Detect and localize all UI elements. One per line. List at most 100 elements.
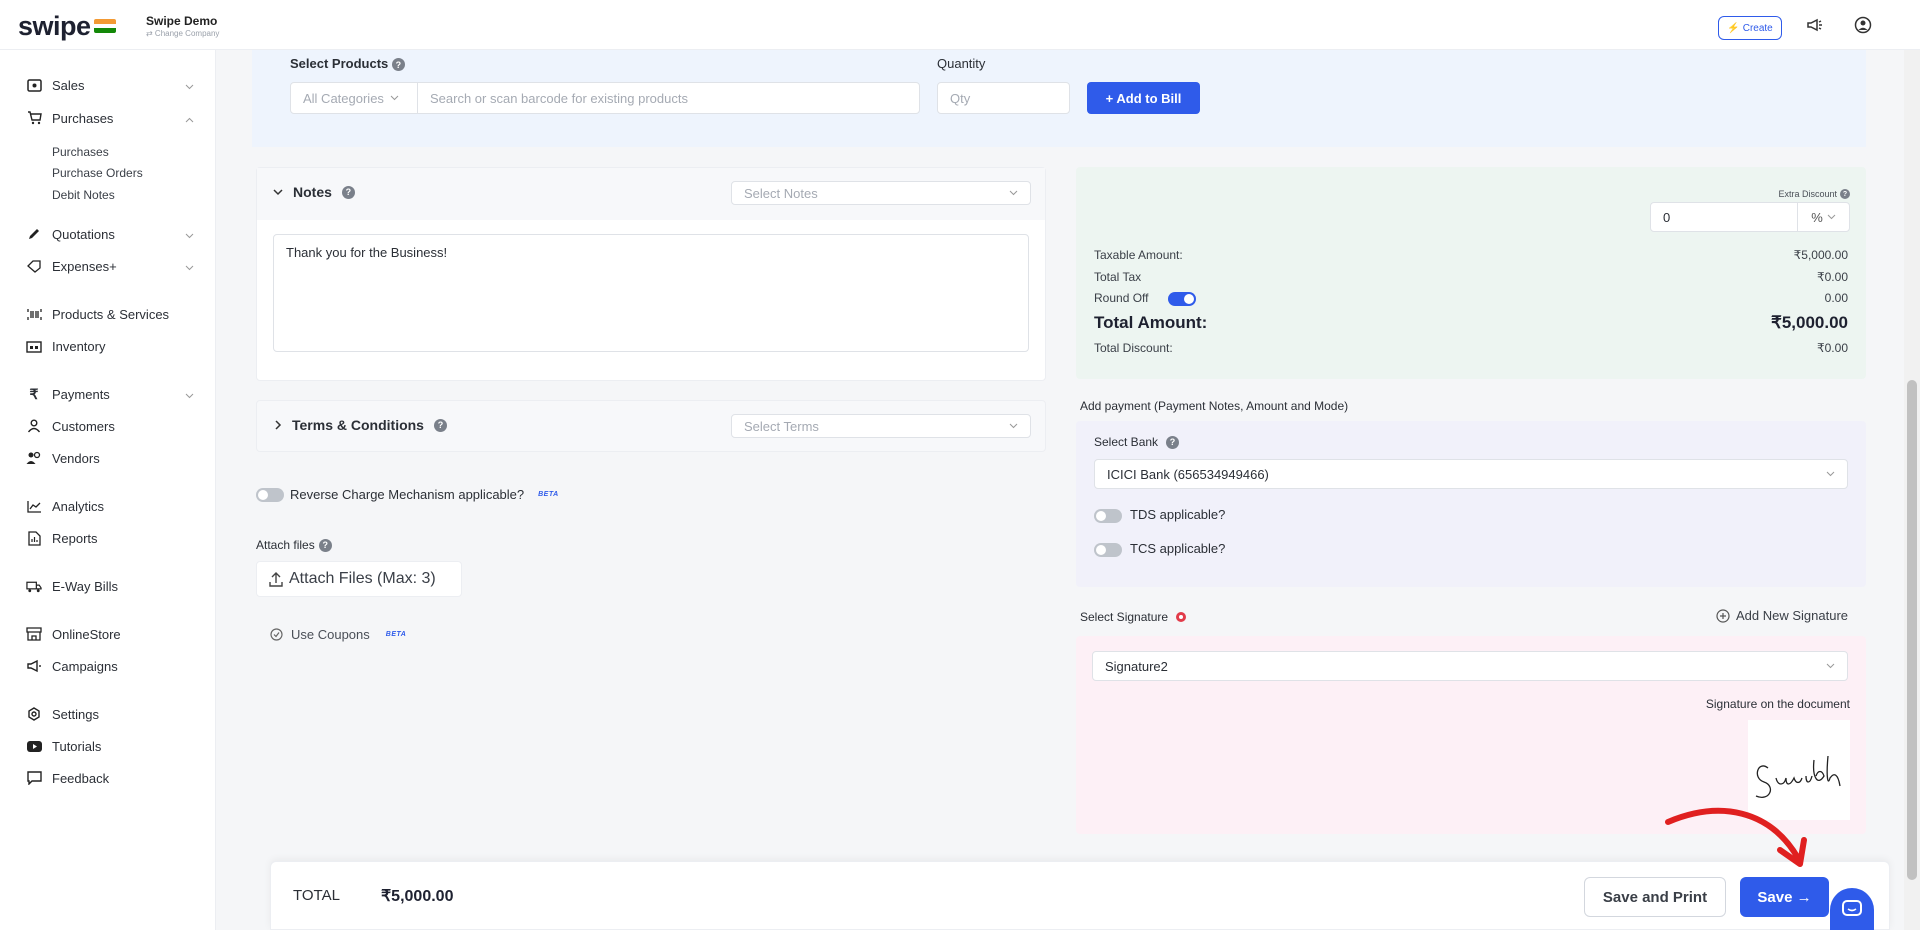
sidebar-item-eway-bills[interactable]: E-Way Bills — [26, 578, 194, 594]
add-payment-title: Add payment (Payment Notes, Amount and M… — [1080, 399, 1349, 413]
annotation-arrow-icon — [1665, 807, 1807, 867]
sidebar-item-tutorials[interactable]: Tutorials — [26, 738, 194, 754]
footer-bar: TOTAL ₹5,000.00 Save and Print Save → — [270, 861, 1890, 930]
reverse-charge-row: Reverse Charge Mechanism applicable? BET… — [290, 487, 559, 502]
chat-support-button[interactable] — [1830, 888, 1874, 930]
signature-on-document-label: Signature on the document — [1705, 697, 1850, 711]
notes-textarea[interactable]: Thank you for the Business! — [273, 234, 1029, 352]
sidebar-item-purchases[interactable]: Purchases — [26, 110, 194, 126]
scrollbar-thumb[interactable] — [1907, 380, 1917, 880]
bank-select[interactable]: ICICI Bank (656534949466) — [1094, 459, 1848, 489]
sidebar-item-expenses[interactable]: Expenses+ — [26, 258, 194, 274]
chevron-down-icon — [1009, 423, 1018, 429]
add-to-bill-button[interactable]: + Add to Bill — [1087, 82, 1200, 114]
chevron-down-icon — [1009, 190, 1018, 196]
extra-discount-label: Extra Discount ? — [1778, 189, 1850, 199]
change-company-link[interactable]: ⇄ Change Company — [146, 29, 219, 38]
rupee-icon: ₹ — [29, 385, 39, 402]
product-search-input[interactable]: Search or scan barcode for existing prod… — [417, 82, 920, 114]
chevron-down-icon — [185, 78, 194, 93]
report-icon — [26, 530, 42, 546]
swipe-logo[interactable]: swipe — [18, 11, 91, 42]
sidebar-subitem-purchase-orders[interactable]: Purchase Orders — [52, 166, 143, 180]
chevron-down-icon — [1826, 663, 1835, 669]
sidebar-item-online-store[interactable]: OnlineStore — [26, 626, 194, 642]
attach-files-label: Attach files ? — [256, 538, 332, 552]
tds-label: TDS applicable? — [1130, 507, 1226, 522]
megaphone-icon[interactable] — [1804, 14, 1826, 36]
chevron-up-icon — [185, 111, 194, 126]
truck-icon — [26, 578, 42, 594]
beta-badge: BETA — [538, 491, 559, 498]
pencil-icon — [26, 226, 42, 242]
total-discount-row: Total Discount: ₹0.00 — [1094, 341, 1848, 355]
use-coupons-link[interactable]: Use Coupons BETA — [270, 627, 406, 642]
coupon-icon — [270, 628, 283, 641]
sidebar-item-campaigns[interactable]: Campaigns — [26, 658, 194, 674]
sidebar-subitem-purchases[interactable]: Purchases — [52, 145, 109, 159]
tcs-toggle[interactable] — [1094, 543, 1122, 557]
attach-files-button[interactable]: Attach Files (Max: 3) — [256, 561, 462, 597]
sidebar-item-reports[interactable]: Reports — [26, 530, 194, 546]
category-select[interactable]: All Categories — [290, 82, 418, 114]
sidebar-item-customers[interactable]: Customers — [26, 418, 194, 434]
quantity-label: Quantity — [937, 56, 986, 71]
taxable-amount-row: Taxable Amount: ₹5,000.00 — [1094, 248, 1848, 262]
sidebar-item-inventory[interactable]: Inventory — [26, 338, 194, 354]
add-new-signature-link[interactable]: Add New Signature — [1716, 608, 1848, 623]
sidebar-item-sales[interactable]: Sales — [26, 77, 194, 93]
sidebar-item-quotations[interactable]: Quotations — [26, 226, 194, 242]
sidebar-subitem-debit-notes[interactable]: Debit Notes — [52, 188, 115, 202]
lightning-icon: ⚡ — [1727, 22, 1740, 34]
barcode-icon — [26, 306, 42, 322]
chart-icon — [26, 498, 42, 514]
discount-unit-select[interactable]: % — [1797, 202, 1850, 232]
round-off-toggle[interactable] — [1168, 292, 1196, 306]
beta-badge: BETA — [385, 631, 407, 638]
user-icon — [26, 418, 42, 434]
scrollbar-track[interactable] — [1904, 50, 1920, 930]
select-notes-dropdown[interactable]: Select Notes — [731, 181, 1031, 205]
reverse-charge-toggle[interactable] — [256, 488, 284, 502]
users-icon — [26, 450, 42, 466]
tds-toggle[interactable] — [1094, 509, 1122, 523]
sidebar-item-payments[interactable]: ₹ Payments — [26, 386, 194, 402]
chevron-down-icon — [273, 188, 283, 195]
company-switcher[interactable]: Swipe Demo ⇄ Change Company — [146, 14, 219, 38]
signature-select[interactable]: Signature2 — [1092, 651, 1848, 681]
company-name: Swipe Demo — [146, 14, 218, 28]
chevron-down-icon — [185, 387, 194, 402]
upload-icon — [269, 571, 283, 587]
create-button[interactable]: ⚡ Create — [1718, 16, 1782, 40]
save-and-print-button[interactable]: Save and Print — [1584, 877, 1726, 917]
help-icon: ? — [1166, 435, 1180, 449]
help-icon: ? — [391, 58, 405, 72]
extra-discount-input[interactable]: 0 — [1650, 202, 1798, 232]
select-signature-label: Select Signature — [1080, 610, 1187, 624]
help-icon: ? — [433, 418, 447, 432]
help-icon: ? — [341, 185, 355, 199]
select-bank-label: Select Bank ? — [1094, 435, 1180, 449]
india-flag-icon — [94, 19, 116, 33]
sidebar-item-analytics[interactable]: Analytics — [26, 498, 194, 514]
inventory-icon — [26, 338, 42, 354]
sales-icon — [26, 77, 42, 93]
terms-header[interactable]: Terms & Conditions ? — [275, 417, 447, 433]
profile-icon[interactable] — [1852, 14, 1874, 36]
notes-header[interactable]: Notes ? — [273, 184, 355, 200]
chevron-down-icon — [1826, 471, 1835, 477]
tag-icon — [26, 258, 42, 274]
help-icon: ? — [1840, 189, 1850, 199]
sidebar-item-feedback[interactable]: Feedback — [26, 770, 194, 786]
notes-panel: Notes ? Select Notes Thank you for the B… — [256, 167, 1046, 381]
sidebar-item-settings[interactable]: Settings — [26, 706, 194, 722]
store-icon — [26, 626, 42, 642]
save-button[interactable]: Save → — [1740, 877, 1829, 917]
sidebar-item-vendors[interactable]: Vendors — [26, 450, 194, 466]
select-terms-dropdown[interactable]: Select Terms — [731, 414, 1031, 438]
megaphone-icon — [26, 658, 42, 674]
qty-input[interactable]: Qty — [937, 82, 1070, 114]
chevron-down-icon — [185, 227, 194, 242]
feedback-icon — [26, 770, 42, 786]
sidebar-item-products-services[interactable]: Products & Services — [26, 306, 194, 322]
